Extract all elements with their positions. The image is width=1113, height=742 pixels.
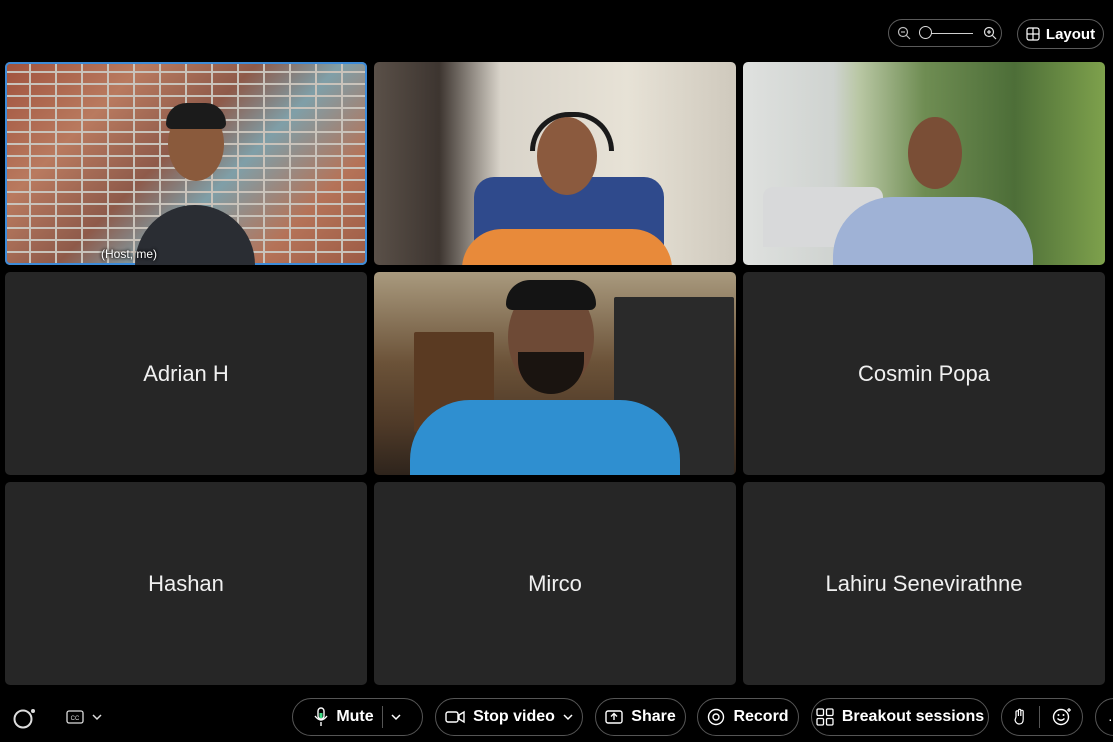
participant-tile-5[interactable] (374, 272, 736, 475)
assistant-icon[interactable] (12, 706, 38, 730)
mute-button[interactable]: Mute (292, 698, 423, 736)
participant-name: Cosmin Popa (857, 360, 991, 386)
microphone-icon (314, 707, 328, 726)
captions-control[interactable]: CC (66, 710, 102, 724)
participant-tile-2[interactable] (374, 62, 736, 265)
share-icon (605, 710, 623, 724)
divider (381, 706, 383, 728)
chevron-down-icon[interactable] (391, 713, 401, 721)
more-button[interactable]: · (1095, 698, 1113, 736)
more-icon: · (1108, 711, 1113, 727)
participant-tile-hashan[interactable]: Hashan (5, 482, 367, 685)
participant-name: Hashan (148, 570, 224, 596)
breakout-sessions-button[interactable]: Breakout sessions (811, 698, 989, 736)
participant-name: Adrian H (143, 360, 229, 386)
host-label: (Host, me) (101, 247, 158, 261)
raise-hand-icon[interactable] (1013, 708, 1027, 726)
participant-video (135, 103, 255, 265)
participant-tile-cosmin[interactable]: Cosmin Popa (743, 272, 1105, 475)
zoom-slider-knob[interactable] (919, 26, 932, 39)
layout-icon (1026, 27, 1040, 41)
record-label: Record (733, 708, 789, 725)
participant-video (833, 117, 1033, 265)
participant-tile-mirco[interactable]: Mirco (374, 482, 736, 685)
chevron-down-icon[interactable] (92, 713, 102, 721)
video-zoom-control[interactable] (888, 19, 1002, 47)
stop-video-label: Stop video (473, 708, 555, 725)
record-icon (708, 708, 725, 726)
participant-tile-adrian[interactable]: Adrian H (5, 272, 367, 475)
participant-tile-host[interactable]: (Host, me) (5, 62, 367, 265)
participant-tile-3[interactable] (743, 62, 1105, 265)
share-button[interactable]: Share (595, 698, 686, 736)
participant-video (462, 112, 672, 265)
chevron-down-icon[interactable] (563, 713, 573, 721)
layout-button[interactable]: Layout (1017, 19, 1104, 49)
captions-icon[interactable]: CC (66, 710, 84, 724)
participant-video (410, 280, 680, 475)
reaction-icon[interactable] (1052, 707, 1072, 727)
participant-name: Mirco (528, 570, 582, 596)
participant-tile-lahiru[interactable]: Lahiru Senevirathne (743, 482, 1105, 685)
divider (1038, 706, 1040, 728)
layout-label: Layout (1045, 25, 1096, 43)
reactions-group[interactable] (1001, 698, 1083, 736)
breakout-label: Breakout sessions (841, 708, 985, 725)
breakout-icon (816, 708, 834, 726)
zoom-out-icon[interactable] (897, 26, 911, 40)
zoom-in-icon[interactable] (983, 26, 997, 40)
stop-video-button[interactable]: Stop video (435, 698, 583, 736)
mute-label: Mute (336, 708, 374, 725)
participant-name: Lahiru Senevirathne (825, 570, 1023, 596)
share-label: Share (631, 708, 676, 725)
camera-icon (445, 710, 465, 724)
record-button[interactable]: Record (697, 698, 799, 736)
svg-text:CC: CC (71, 716, 80, 722)
